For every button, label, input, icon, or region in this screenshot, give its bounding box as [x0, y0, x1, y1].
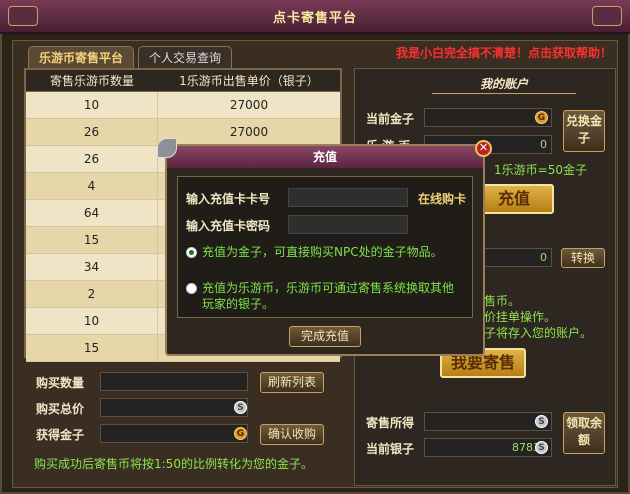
current-gold-label: 当前金子 — [366, 112, 415, 126]
current-gold-field: 0 — [424, 108, 552, 127]
complete-recharge-button[interactable]: 完成充值 — [289, 326, 361, 347]
convert-button[interactable]: 转换 — [561, 248, 605, 268]
buy-note: 购买成功后寄售币将按1:50的比例转化为您的金子。 — [34, 457, 313, 471]
radio-gold-option[interactable] — [186, 247, 197, 258]
sell-note-3: 子将存入您的账户。 — [484, 326, 593, 340]
refresh-list-button[interactable]: 刷新列表 — [260, 372, 324, 393]
confirm-purchase-button[interactable]: 确认收购 — [260, 424, 324, 445]
earnings-field: 0 — [424, 412, 552, 431]
cell-quantity: 26 — [26, 119, 158, 145]
tab-personal-query[interactable]: 个人交易查询 — [138, 46, 233, 68]
wing-ornament-icon — [157, 138, 177, 158]
help-link[interactable]: 我是小白完全搞不清楚！点击获取帮助！ — [396, 44, 612, 61]
buy-card-link[interactable]: 在线购卡 — [418, 190, 466, 207]
table-row[interactable]: 26 27000 — [26, 119, 340, 146]
recharge-dialog: 充值 输入充值卡卡号 在线购卡 输入充值卡密码 充值为金子，可直接购买NPC处的… — [165, 144, 485, 356]
gold-coin-icon: G — [234, 427, 247, 440]
table-row[interactable]: 10 27000 — [26, 92, 340, 119]
cell-quantity: 4 — [26, 173, 158, 199]
title-ornament-left — [8, 6, 38, 26]
tab-coin-market[interactable]: 乐游币寄售平台 — [28, 46, 135, 68]
close-icon[interactable]: ✕ — [475, 140, 492, 157]
cell-price: 27000 — [229, 125, 269, 139]
cell-quantity: 15 — [26, 335, 158, 361]
dialog-body: 输入充值卡卡号 在线购卡 输入充值卡密码 充值为金子，可直接购买NPC处的金子物… — [177, 176, 473, 318]
exchange-rate-text: 1乐游币=50金子 — [494, 163, 587, 177]
exchange-gold-button[interactable]: 兑换金子 — [563, 110, 605, 152]
cell-quantity: 10 — [26, 92, 158, 118]
gold-coin-icon: G — [535, 111, 548, 124]
silver-coin-icon: S — [535, 415, 548, 428]
radio-coin-option[interactable] — [186, 283, 197, 294]
current-silver-field: 87838 — [424, 438, 552, 457]
cell-quantity: 34 — [26, 254, 158, 280]
gain-gold-label: 获得金子 — [36, 428, 85, 442]
col-header-quantity: 寄售乐游币数量 — [49, 74, 134, 88]
buy-quantity-input[interactable] — [100, 372, 248, 391]
account-title: 我的账户 — [432, 74, 576, 94]
dialog-title: 充值 — [167, 146, 483, 168]
col-header-price: 1乐游币出售单价（银子） — [179, 74, 319, 88]
sell-note-2: 价挂单操作。 — [484, 310, 557, 324]
tab-bar: 乐游币寄售平台 个人交易查询 — [28, 46, 233, 68]
table-header: 寄售乐游币数量 1乐游币出售单价（银子） — [26, 70, 340, 92]
cell-quantity: 10 — [26, 308, 158, 334]
title-ornament-right — [592, 6, 622, 26]
card-number-input[interactable] — [288, 188, 408, 207]
silver-coin-icon: S — [234, 401, 247, 414]
recharge-button[interactable]: 充值 — [474, 184, 554, 214]
gain-gold-field — [100, 424, 248, 443]
card-password-input[interactable] — [288, 215, 408, 234]
cell-quantity: 64 — [26, 200, 158, 226]
buy-quantity-label: 购买数量 — [36, 376, 85, 390]
card-number-label: 输入充值卡卡号 — [186, 192, 271, 206]
buy-total-field — [100, 398, 248, 417]
buy-total-label: 购买总价 — [36, 402, 85, 416]
cell-quantity: 15 — [26, 227, 158, 253]
cell-quantity: 2 — [26, 281, 158, 307]
gold-option-text: 充值为金子，可直接购买NPC处的金子物品。 — [202, 245, 443, 259]
sell-note-1: 售币。 — [484, 294, 521, 308]
cell-price: 27000 — [229, 98, 269, 112]
title-bar: 点卡寄售平台 — [0, 0, 630, 34]
window-title: 点卡寄售平台 — [272, 10, 357, 26]
claim-balance-button[interactable]: 领取余额 — [563, 412, 605, 454]
silver-coin-icon: S — [535, 441, 548, 454]
coin-option-text: 充值为乐游币，乐游币可通过寄售系统换取其他玩家的银子。 — [202, 281, 455, 311]
earnings-label: 寄售所得 — [366, 416, 415, 430]
current-silver-label: 当前银子 — [366, 442, 415, 456]
cell-quantity: 26 — [26, 146, 158, 172]
card-password-label: 输入充值卡密码 — [186, 219, 271, 233]
